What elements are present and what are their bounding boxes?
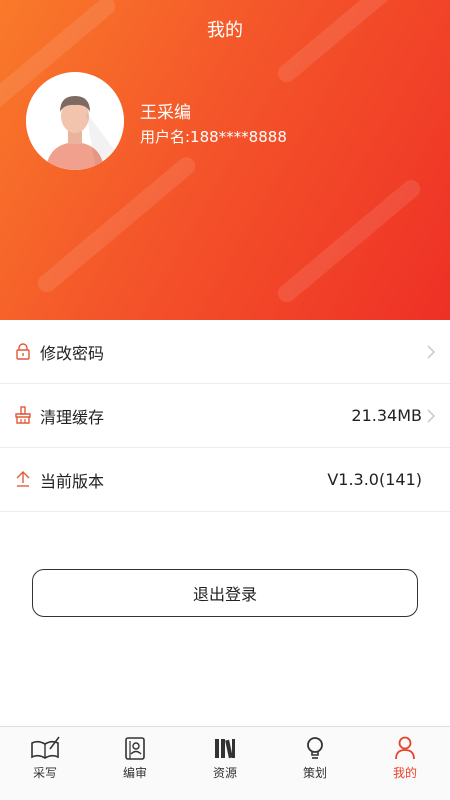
lock-icon — [16, 343, 30, 360]
menu-label: 修改密码 — [40, 343, 105, 363]
broom-icon — [15, 406, 31, 424]
chevron-right-icon — [427, 345, 436, 359]
tab-ziyuan[interactable]: 资源 — [180, 727, 270, 800]
tab-label: 我的 — [392, 766, 417, 780]
avatar-person-icon — [26, 72, 124, 170]
person-icon — [395, 736, 415, 760]
bottom-tab-bar: 采写 编审 资源 策划 我的 — [0, 726, 450, 800]
tab-label: 资源 — [212, 766, 237, 780]
menu-item-current-version: 当前版本 V1.3.0(141) — [0, 448, 450, 512]
menu-item-clear-cache[interactable]: 清理缓存 21.34MB — [0, 384, 450, 448]
page-title: 我的 — [207, 20, 243, 41]
tab-label: 策划 — [302, 766, 327, 780]
avatar[interactable] — [26, 72, 124, 170]
decor-stripe — [34, 153, 199, 296]
cache-size-value: 21.34MB — [351, 406, 422, 425]
menu-label: 清理缓存 — [40, 407, 105, 427]
user-name: 王采编 — [140, 103, 191, 123]
menu-label: 当前版本 — [40, 471, 105, 491]
tab-label: 采写 — [32, 766, 57, 780]
menu-item-change-password[interactable]: 修改密码 — [0, 320, 450, 384]
content-area — [0, 512, 450, 726]
profile-header: 我的 王采编 用户名:188****8888 — [0, 0, 450, 320]
tab-label: 编审 — [122, 766, 147, 780]
user-id: 用户名:188****8888 — [140, 128, 287, 146]
decor-stripe — [274, 176, 424, 306]
tab-cehua[interactable]: 策划 — [270, 727, 360, 800]
resources-icon — [215, 739, 235, 759]
lightbulb-icon — [307, 737, 323, 759]
review-icon — [125, 737, 145, 760]
book-pen-icon — [31, 736, 60, 759]
tab-caixie[interactable]: 采写 — [0, 727, 90, 800]
decor-stripe — [274, 0, 409, 86]
tab-wode[interactable]: 我的 — [360, 727, 450, 800]
tab-bianshen[interactable]: 编审 — [90, 727, 180, 800]
logout-button[interactable]: 退出登录 — [32, 569, 418, 617]
upload-icon — [16, 471, 30, 487]
version-value: V1.3.0(141) — [327, 470, 422, 489]
settings-menu: 修改密码 清理缓存 21.34MB 当前版本 V1.3.0(141) — [0, 320, 450, 512]
chevron-right-icon — [427, 409, 436, 423]
